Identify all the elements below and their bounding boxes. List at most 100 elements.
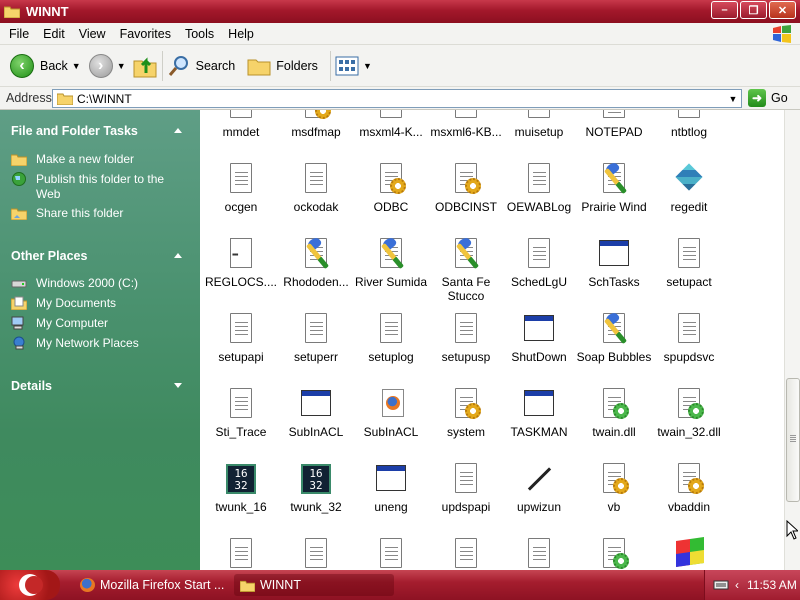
address-label: Address [6,91,52,105]
chevron-down-icon[interactable]: ▼ [117,61,126,71]
file-item[interactable]: ODBCINST [428,162,504,214]
file-item[interactable]: uneng [353,462,429,514]
file-item[interactable]: regedit [651,162,727,214]
globe-icon [12,172,26,186]
file-item[interactable]: Soap Bubbles [576,310,652,364]
file-item[interactable]: setuplog [353,312,429,364]
menu-file[interactable]: File [0,27,36,41]
file-item[interactable]: NOTEPAD [576,110,652,139]
back-button[interactable]: ‹ Back ▼ [10,49,85,83]
file-item[interactable]: msxml4-K... [353,110,429,139]
file-item[interactable]: SubInACL [353,387,429,439]
expand-icon[interactable] [174,383,182,388]
place-my-documents[interactable]: My Documents [11,296,176,311]
vertical-scrollbar[interactable] [784,110,800,570]
file-item[interactable]: system [428,387,504,439]
file-item[interactable]: setupapi [203,312,279,364]
file-item[interactable] [651,537,727,570]
menu-view[interactable]: View [72,27,113,41]
maximize-button[interactable]: ❐ [740,1,767,19]
go-button[interactable]: ➜ Go [748,89,788,107]
menu-edit[interactable]: Edit [36,27,72,41]
twunk-icon-label: 32 [234,479,248,492]
file-item[interactable]: River Sumida [353,235,429,289]
file-item[interactable]: ODBC [353,162,429,214]
file-item[interactable]: twain.dll [576,387,652,439]
file-item[interactable]: Sti_Trace [203,387,279,439]
start-button[interactable] [0,570,60,600]
file-item[interactable] [203,537,279,570]
minimize-button[interactable]: – [711,1,738,19]
chevron-down-icon[interactable]: ▼ [725,90,741,107]
file-item[interactable]: setupact [651,237,727,289]
chevron-left-icon[interactable]: ‹ [735,578,739,592]
file-item[interactable] [501,537,577,570]
file-item[interactable]: vbaddin [651,462,727,514]
file-item[interactable]: Rhododen... [278,235,354,289]
file-item[interactable]: SchTasks [576,237,652,289]
file-item[interactable]: Santa Fe Stucco [428,235,504,303]
file-item[interactable]: setupusp [428,312,504,364]
file-item[interactable]: vb [576,462,652,514]
scrollbar-thumb[interactable] [786,378,800,502]
file-item[interactable]: 16 32 twunk_16 [203,462,279,514]
file-item[interactable]: REGLOCS.... [203,237,279,289]
file-item[interactable]: ockodak [278,162,354,214]
file-item[interactable] [353,537,429,570]
task-make-new-folder[interactable]: Make a new folder [11,152,176,167]
file-item[interactable] [576,537,652,570]
file-item[interactable]: updspapi [428,462,504,514]
file-item[interactable]: SubInACL [278,387,354,439]
file-item[interactable]: muisetup [501,110,577,139]
task-share-folder[interactable]: Share this folder [11,206,176,221]
file-item[interactable]: SchedLgU [501,237,577,289]
file-item[interactable] [278,537,354,570]
file-item[interactable]: TASKMAN [501,387,577,439]
file-item[interactable]: ntbtlog [651,110,727,139]
views-button[interactable]: ▼ [335,49,376,83]
file-item[interactable] [428,537,504,570]
chevron-down-icon[interactable]: ▼ [363,61,372,71]
file-item[interactable]: OEWABLog [501,162,577,214]
search-button[interactable]: Search [167,49,235,83]
file-item[interactable]: ocgen [203,162,279,214]
place-windows-2000-c[interactable]: Windows 2000 (C:) [11,276,176,291]
file-name: regedit [670,200,708,214]
chevron-down-icon[interactable]: ▼ [72,61,81,71]
menu-favorites[interactable]: Favorites [113,27,178,41]
file-item[interactable]: twain_32.dll [651,387,727,439]
collapse-icon[interactable] [174,253,182,258]
keyboard-icon[interactable] [713,579,729,591]
clock[interactable]: 11:53 AM [747,578,797,592]
file-folder-tasks-header[interactable]: File and Folder Tasks [11,124,138,138]
place-my-computer[interactable]: My Computer [11,316,176,331]
menu-help[interactable]: Help [221,27,261,41]
menu-tools[interactable]: Tools [178,27,221,41]
file-item[interactable]: 16 32 twunk_32 [278,462,354,514]
file-item[interactable]: mmdet [203,110,279,139]
task-pane: File and Folder Tasks Make a new folder … [0,110,200,570]
file-item[interactable]: setuperr [278,312,354,364]
folders-button[interactable]: Folders [247,49,318,83]
file-name: ntbtlog [670,125,708,139]
file-item[interactable]: spupdsvc [651,312,727,364]
address-input[interactable]: C:\WINNT ▼ [52,89,742,108]
taskbar-firefox[interactable]: Mozilla Firefox Start ... [74,574,229,596]
details-header[interactable]: Details [11,379,52,393]
collapse-icon[interactable] [174,128,182,133]
close-button[interactable]: ✕ [769,1,796,19]
up-folder-button[interactable] [132,49,158,83]
config-doc-icon [449,387,483,421]
forward-button[interactable]: › ▼ [88,49,130,83]
file-item[interactable]: msdfmap [278,110,354,139]
taskbar-winnt[interactable]: WINNT [234,574,394,596]
place-my-network-places[interactable]: My Network Places [11,336,176,351]
task-publish-folder[interactable]: Publish this folder to the Web [11,172,176,202]
file-item[interactable]: msxml6-KB... [428,110,504,139]
other-places-header[interactable]: Other Places [11,249,87,263]
text-doc-icon [672,110,706,121]
file-item[interactable]: Prairie Wind [576,160,652,214]
text-doc-icon [672,312,706,346]
file-item[interactable]: upwizun [501,462,577,514]
file-item[interactable]: ShutDown [501,312,577,364]
